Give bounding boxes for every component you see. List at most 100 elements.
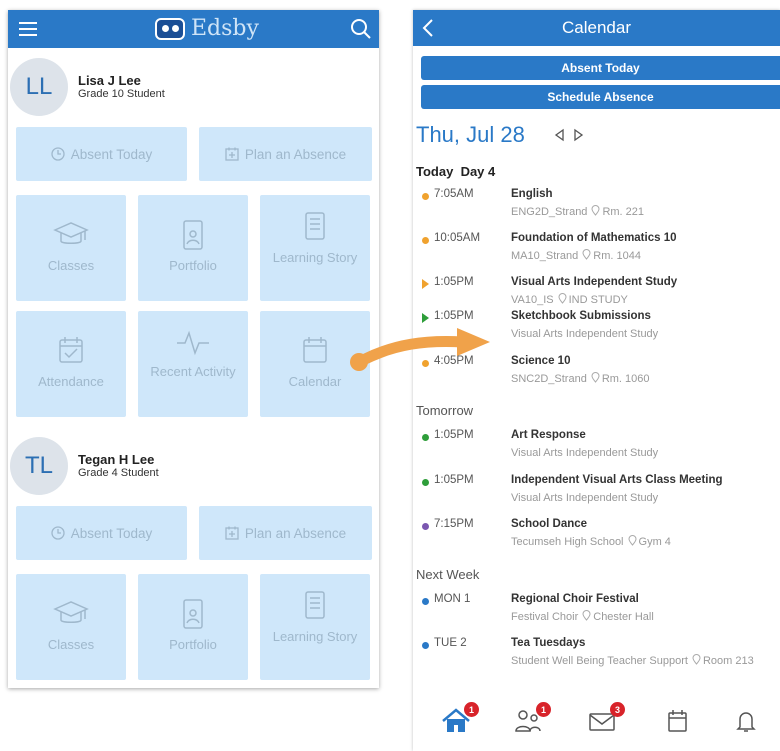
prev-day-icon[interactable]	[553, 128, 565, 142]
event-subtitle: Student Well Being Teacher Support Room 2…	[511, 653, 771, 669]
location-pin-icon	[692, 654, 701, 665]
event-subtitle: MA10_Strand Rm. 1044	[511, 248, 771, 264]
search-icon[interactable]	[349, 17, 373, 41]
tile-recent-activity[interactable]: Recent Activity	[138, 311, 248, 417]
current-date: Thu, Jul 28	[416, 122, 525, 147]
event-marker-icon	[422, 279, 429, 289]
graduation-cap-icon	[53, 601, 89, 623]
event-subtitle: Visual Arts Independent Study	[511, 326, 771, 342]
absent-today-label: Absent Today	[70, 525, 153, 541]
tile-portfolio[interactable]: Portfolio	[138, 574, 248, 680]
absent-today-label: Absent Today	[70, 146, 153, 162]
people-tab[interactable]: 1	[513, 702, 551, 736]
calendar-icon	[668, 710, 687, 732]
home-tab[interactable]: 1	[441, 702, 479, 736]
location-pin-icon	[591, 372, 600, 383]
location-pin-icon	[591, 205, 600, 216]
event-time: 1:05PM	[434, 276, 474, 288]
messages-tab[interactable]: 3	[587, 702, 625, 736]
book-icon	[305, 212, 325, 240]
book-icon	[305, 591, 325, 619]
calendar-check-icon	[59, 337, 83, 363]
menu-icon[interactable]	[16, 17, 40, 41]
event-subtitle: SNC2D_Strand Rm. 1060	[511, 371, 771, 387]
tile-label: Classes	[47, 258, 95, 273]
tile-label: Attendance	[38, 374, 104, 389]
absent-today-button[interactable]: Absent Today	[16, 127, 187, 181]
location-pin-icon	[628, 535, 637, 546]
event-title: Regional Choir Festival	[511, 593, 639, 605]
tile-attendance[interactable]: Attendance	[16, 311, 126, 417]
event-marker-icon	[422, 523, 429, 530]
bell-icon	[736, 712, 756, 732]
location-pin-icon	[582, 249, 591, 260]
notification-badge: 1	[464, 702, 479, 717]
clock-icon	[51, 147, 65, 161]
event-time: 7:05AM	[434, 188, 474, 200]
event-title: Art Response	[511, 429, 586, 441]
event-course: Tecumseh High School	[511, 536, 624, 548]
graduation-cap-icon	[53, 222, 89, 244]
notification-badge: 3	[610, 702, 625, 717]
tile-label: Portfolio	[169, 258, 217, 273]
tile-label: Recent Activity	[150, 364, 236, 379]
student-name: Tegan H Lee	[78, 452, 155, 467]
day-label: Day 4	[460, 164, 496, 179]
event-location: IND STUDY	[568, 294, 628, 306]
absent-today-button[interactable]: Absent Today	[16, 506, 187, 560]
plan-absence-button[interactable]: Plan an Absence	[199, 506, 372, 560]
notifications-tab[interactable]	[731, 708, 763, 736]
schedule-absence-button[interactable]: Schedule Absence	[421, 85, 780, 109]
event-marker-icon	[422, 479, 429, 486]
student-name: Lisa J Lee	[78, 73, 141, 88]
calendar-plus-icon	[225, 147, 239, 161]
event-course: SNC2D_Strand	[511, 373, 587, 385]
event-subtitle: VA10_IS IND STUDY	[511, 292, 771, 308]
event-title: Sketchbook Submissions	[511, 310, 651, 322]
event-location: Room 213	[702, 655, 754, 667]
event-course: Student Well Being Teacher Support	[511, 655, 688, 667]
avatar: TL	[10, 437, 68, 495]
event-course: Visual Arts Independent Study	[511, 492, 659, 504]
portfolio-icon	[183, 220, 203, 250]
tile-label: Portfolio	[169, 637, 217, 652]
event-subtitle: Tecumseh High School Gym 4	[511, 534, 771, 550]
event-marker-icon	[422, 434, 429, 441]
app-header: Edsby	[8, 10, 379, 48]
event-time: 1:05PM	[434, 429, 474, 441]
tile-learning-story[interactable]: Learning Story	[260, 195, 370, 301]
event-course: ENG2D_Strand	[511, 206, 588, 218]
event-title: Science 10	[511, 355, 571, 367]
event-location: Gym 4	[638, 536, 671, 548]
student-profile[interactable]: LL Lisa J Lee Grade 10 Student	[8, 50, 379, 116]
tile-portfolio[interactable]: Portfolio	[138, 195, 248, 301]
event-title: Tea Tuesdays	[511, 637, 586, 649]
event-marker-icon	[422, 598, 429, 605]
date-navigation	[553, 128, 589, 144]
activity-icon	[177, 330, 209, 356]
event-course: Visual Arts Independent Study	[511, 328, 659, 340]
next-day-icon[interactable]	[573, 128, 585, 142]
event-time: MON 1	[434, 593, 471, 605]
location-pin-icon	[582, 610, 591, 621]
student-profile[interactable]: TL Tegan H Lee Grade 4 Student	[8, 429, 379, 495]
tile-classes[interactable]: Classes	[16, 195, 126, 301]
event-marker-icon	[422, 642, 429, 649]
plan-absence-label: Plan an Absence	[244, 146, 347, 162]
student-grade: Grade 4 Student	[78, 467, 159, 479]
event-marker-icon	[422, 193, 429, 200]
app-name: Edsby	[191, 16, 259, 41]
absent-today-button[interactable]: Absent Today	[421, 56, 780, 80]
event-title: English	[511, 188, 553, 200]
event-time: 7:15PM	[434, 518, 474, 530]
today-label: Today	[416, 164, 454, 179]
plan-absence-button[interactable]: Plan an Absence	[199, 127, 372, 181]
event-course: VA10_IS	[511, 294, 554, 306]
event-location: Rm. 1060	[601, 373, 650, 385]
clock-icon	[51, 526, 65, 540]
tile-learning-story[interactable]: Learning Story	[260, 574, 370, 680]
event-time: 1:05PM	[434, 310, 474, 322]
calendar-tab[interactable]	[662, 708, 694, 736]
tile-classes[interactable]: Classes	[16, 574, 126, 680]
plan-absence-label: Plan an Absence	[244, 525, 347, 541]
